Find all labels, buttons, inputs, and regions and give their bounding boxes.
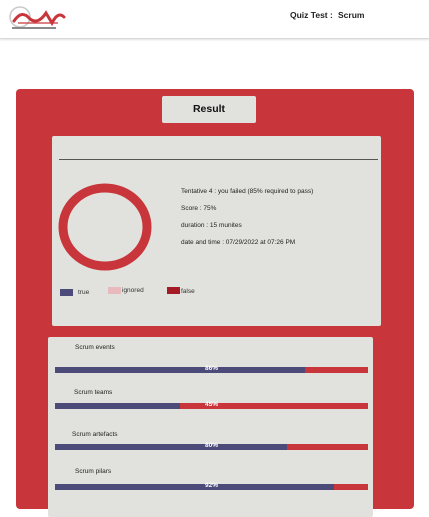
category-label: Scrum teams: [74, 389, 113, 396]
legend-ignored-label: ignored: [122, 287, 144, 294]
category-label: Scrum events: [75, 344, 115, 351]
category-label: Scrum artefacts: [72, 431, 118, 438]
quiz-name: Scrum: [338, 10, 365, 20]
score-donut-chart: [58, 183, 152, 271]
top-bar: Quiz Test : Scrum: [0, 0, 429, 39]
company-logo[interactable]: [8, 5, 66, 33]
legend-false-swatch: [167, 287, 180, 294]
legend-false-label: false: [181, 288, 195, 295]
attempt-text: Tentative 4 : you failed (85% required t…: [181, 188, 314, 195]
legend-true-label: true: [78, 289, 90, 296]
category-progress-bar: 45%: [55, 401, 368, 409]
progress-percent: 45%: [204, 401, 218, 408]
duration-text: duration : 15 munites: [181, 222, 242, 229]
category-progress-bar: 80%: [55, 442, 368, 450]
category-results-card: [48, 337, 373, 517]
category-progress-bar: 92%: [55, 482, 368, 490]
donut-ring: [58, 183, 152, 271]
legend-true-swatch: [60, 289, 73, 296]
score-text: Score : 75%: [181, 205, 217, 212]
divider: [59, 159, 378, 160]
progress-percent: 80%: [204, 442, 218, 449]
category-progress-bar: 86%: [55, 365, 368, 373]
progress-percent: 86%: [204, 365, 218, 372]
category-label: Scrum pilars: [75, 468, 112, 475]
result-button[interactable]: Result: [162, 96, 256, 123]
date-text: date and time : 07/29/2022 at 07:26 PM: [181, 239, 296, 246]
legend-ignored-swatch: [108, 287, 121, 294]
progress-percent: 92%: [204, 482, 218, 489]
quiz-test-label: Quiz Test :: [290, 10, 333, 20]
